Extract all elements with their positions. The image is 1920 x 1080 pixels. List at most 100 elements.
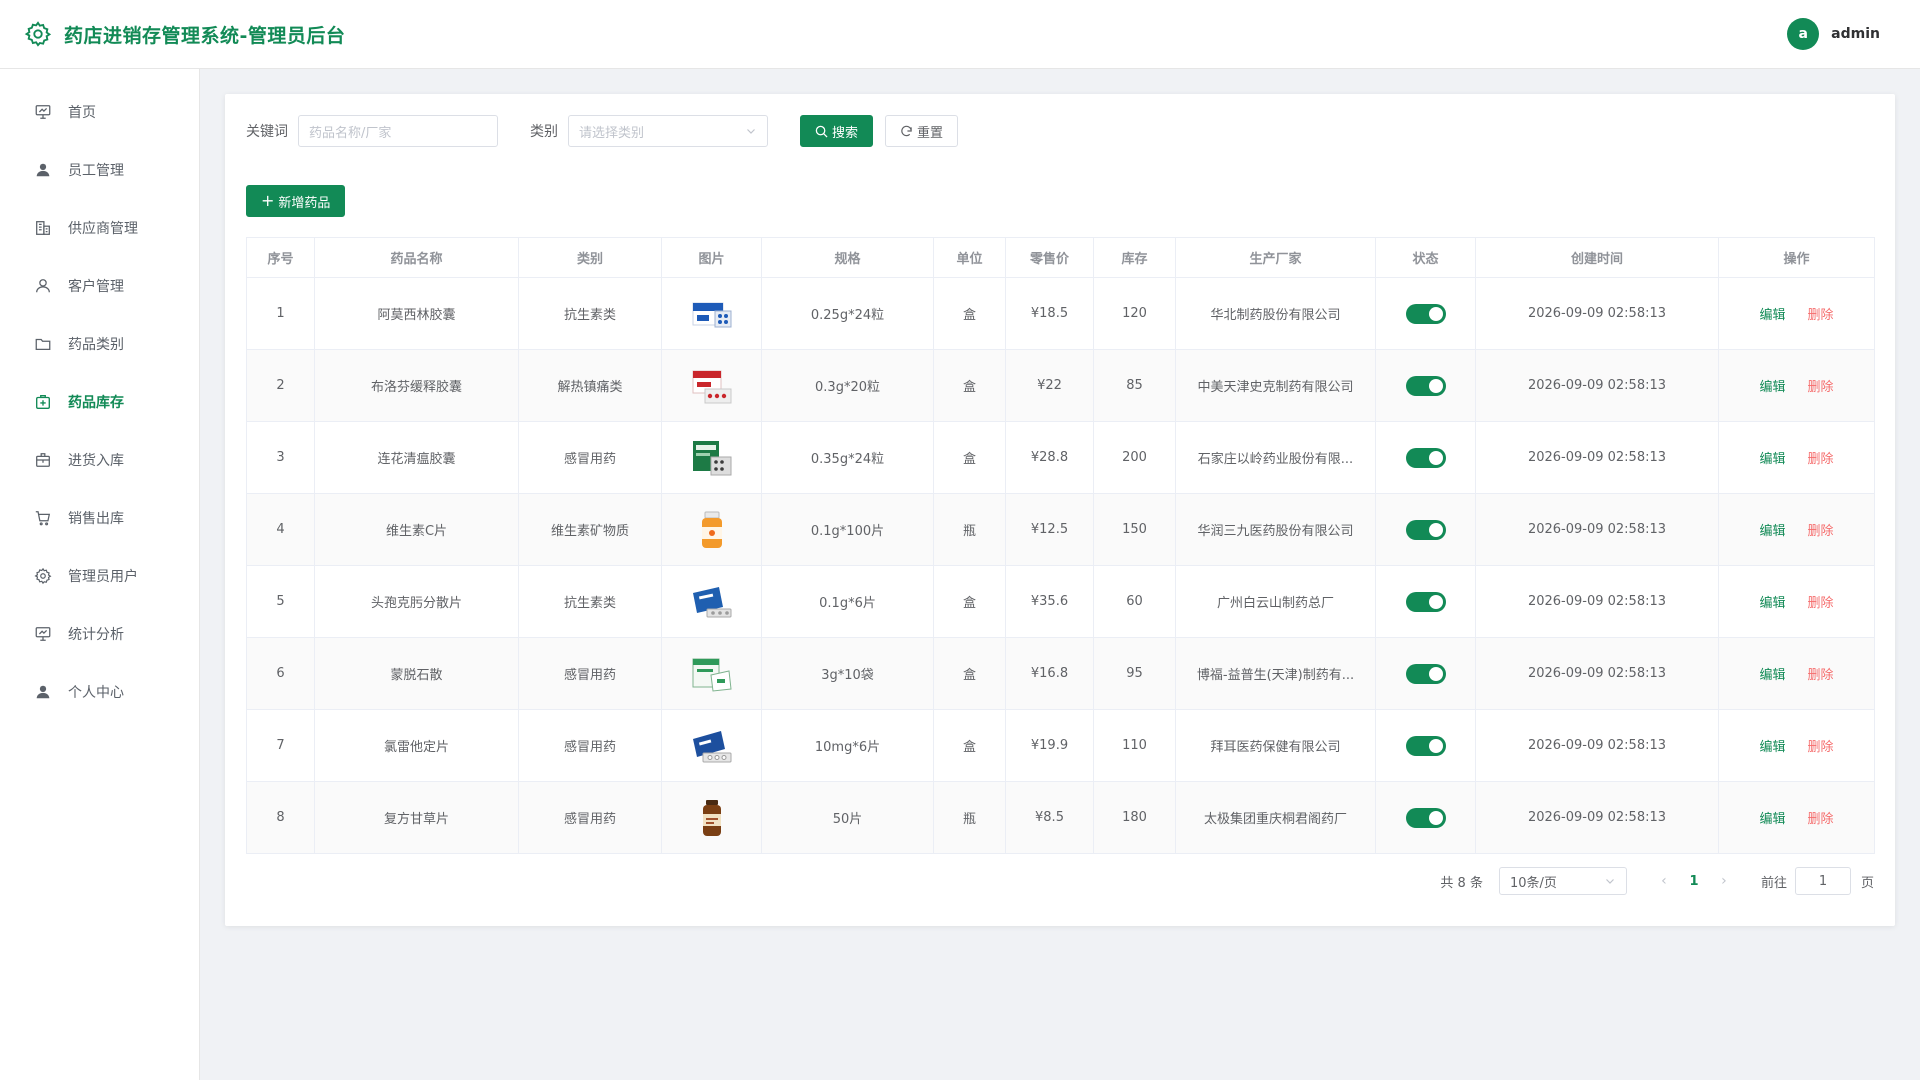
page-suffix: 页 — [1860, 875, 1874, 891]
delete-button[interactable]: 删除 — [1808, 596, 1834, 611]
delete-button[interactable]: 删除 — [1808, 812, 1834, 827]
plus-icon: + — [261, 191, 275, 210]
edit-button[interactable]: 编辑 — [1759, 740, 1785, 755]
edit-button[interactable]: 编辑 — [1759, 596, 1785, 611]
person-icon — [36, 279, 50, 293]
avatar[interactable]: a — [1787, 18, 1820, 50]
status-toggle[interactable] — [1405, 447, 1446, 468]
cell-created: 2026-09-09 02:58:13 — [1475, 637, 1719, 710]
cell-created: 2026-09-09 02:58:13 — [1475, 493, 1719, 566]
col-name: 药品名称 — [314, 237, 519, 278]
sidebar-item-label: 销售出库 — [68, 511, 124, 527]
delete-button[interactable]: 删除 — [1808, 452, 1834, 467]
user-menu[interactable]: a admin — [1787, 18, 1880, 50]
cell-unit: 瓶 — [933, 493, 1006, 566]
page-number[interactable]: 1 — [1679, 874, 1709, 889]
cell-image — [661, 277, 762, 350]
cell-no: 3 — [246, 421, 315, 494]
reset-button[interactable]: 重置 — [885, 115, 959, 147]
status-toggle[interactable] — [1405, 591, 1446, 612]
medicine-thumbnail[interactable] — [689, 653, 735, 695]
category-select[interactable]: 请选择类别 — [568, 115, 768, 147]
folder-icon — [35, 338, 51, 351]
delete-button[interactable]: 删除 — [1808, 668, 1834, 683]
edit-button[interactable]: 编辑 — [1759, 308, 1785, 323]
cell-maker: 华润三九医药股份有限公司 — [1175, 493, 1376, 566]
cell-maker: 博福-益普生(天津)制药有... — [1175, 637, 1376, 710]
edit-button[interactable]: 编辑 — [1759, 524, 1785, 539]
gear-icon — [34, 567, 52, 585]
cell-price: ¥16.8 — [1005, 637, 1094, 710]
delete-button[interactable]: 删除 — [1808, 740, 1834, 755]
sidebar-item-statistics[interactable]: 统计分析 — [0, 605, 199, 663]
add-medicine-button[interactable]: + 新增药品 — [246, 185, 346, 217]
medicine-thumbnail[interactable] — [689, 581, 735, 623]
edit-button[interactable]: 编辑 — [1759, 452, 1785, 467]
sidebar-item-admins[interactable]: 管理员用户 — [0, 547, 199, 605]
cell-image — [661, 565, 762, 638]
cell-no: 5 — [246, 565, 315, 638]
search-button[interactable]: 搜索 — [800, 115, 874, 147]
gear-icon — [24, 21, 52, 47]
cell-name: 复方甘草片 — [314, 781, 519, 854]
sidebar-item-home[interactable]: 首页 — [0, 83, 199, 141]
search-icon — [815, 125, 828, 138]
sidebar-item-suppliers[interactable]: 供应商管理 — [0, 199, 199, 257]
goto-page-input[interactable]: 1 — [1794, 867, 1851, 895]
medicine-thumbnail[interactable] — [689, 725, 735, 767]
sidebar-item-staff[interactable]: 员工管理 — [0, 141, 199, 199]
cell-price: ¥28.8 — [1005, 421, 1094, 494]
page-size-select[interactable]: 10条/页 — [1498, 867, 1627, 895]
medicine-thumbnail[interactable] — [689, 365, 735, 407]
delete-button[interactable]: 删除 — [1808, 380, 1834, 395]
col-spec: 规格 — [761, 237, 934, 278]
cell-unit: 盒 — [933, 349, 1006, 422]
sidebar-item-customers[interactable]: 客户管理 — [0, 257, 199, 315]
cell-image — [661, 421, 762, 494]
cell-name: 布洛芬缓释胶囊 — [314, 349, 519, 422]
status-toggle[interactable] — [1405, 735, 1446, 756]
edit-button[interactable]: 编辑 — [1759, 812, 1785, 827]
sidebar-item-sales[interactable]: 销售出库 — [0, 489, 199, 547]
cell-actions: 编辑 删除 — [1718, 421, 1875, 494]
cell-no: 1 — [246, 277, 315, 350]
cart-icon — [35, 511, 51, 526]
cell-category: 感冒用药 — [518, 781, 662, 854]
medicine-thumbnail[interactable] — [689, 509, 735, 551]
delete-button[interactable]: 删除 — [1808, 524, 1834, 539]
status-toggle[interactable] — [1405, 519, 1446, 540]
cell-actions: 编辑 删除 — [1718, 349, 1875, 422]
status-toggle[interactable] — [1405, 663, 1446, 684]
user-name[interactable]: admin — [1831, 26, 1880, 42]
edit-button[interactable]: 编辑 — [1759, 668, 1785, 683]
sidebar-item-purchase[interactable]: 进货入库 — [0, 431, 199, 489]
col-image: 图片 — [661, 237, 762, 278]
sidebar-item-categories[interactable]: 药品类别 — [0, 315, 199, 373]
status-toggle[interactable] — [1405, 303, 1446, 324]
sidebar-item-profile[interactable]: 个人中心 — [0, 663, 199, 721]
status-toggle[interactable] — [1405, 375, 1446, 396]
delete-button[interactable]: 删除 — [1808, 308, 1834, 323]
cell-category: 维生素矿物质 — [518, 493, 662, 566]
cell-stock: 95 — [1093, 637, 1176, 710]
cell-stock: 85 — [1093, 349, 1176, 422]
chart-icon — [35, 627, 51, 641]
cell-price: ¥12.5 — [1005, 493, 1094, 566]
table-row: 6 蒙脱石散 感冒用药 3g*10袋 盒 ¥16.8 95 博福-益普生(天津)… — [246, 637, 1875, 710]
cell-name: 维生素C片 — [314, 493, 519, 566]
medicine-thumbnail[interactable] — [689, 797, 735, 839]
table-row: 1 阿莫西林胶囊 抗生素类 0.25g*24粒 盒 ¥18.5 120 华北制药… — [246, 277, 1875, 350]
col-no: 序号 — [246, 237, 315, 278]
medicine-thumbnail[interactable] — [689, 437, 735, 479]
medicine-thumbnail[interactable] — [689, 293, 735, 335]
keyword-input[interactable]: 药品名称/厂家 — [298, 115, 498, 147]
prev-page-button[interactable]: ‹ — [1649, 873, 1679, 889]
next-page-button[interactable]: › — [1709, 873, 1739, 889]
edit-button[interactable]: 编辑 — [1759, 380, 1785, 395]
cell-stock: 200 — [1093, 421, 1176, 494]
search-bar: 关键词 药品名称/厂家 类别 请选择类别 搜索 重置 — [246, 115, 1874, 147]
sidebar-item-inventory[interactable]: 药品库存 — [0, 373, 199, 431]
cell-stock: 120 — [1093, 277, 1176, 350]
status-toggle[interactable] — [1405, 807, 1446, 828]
cell-image — [661, 781, 762, 854]
